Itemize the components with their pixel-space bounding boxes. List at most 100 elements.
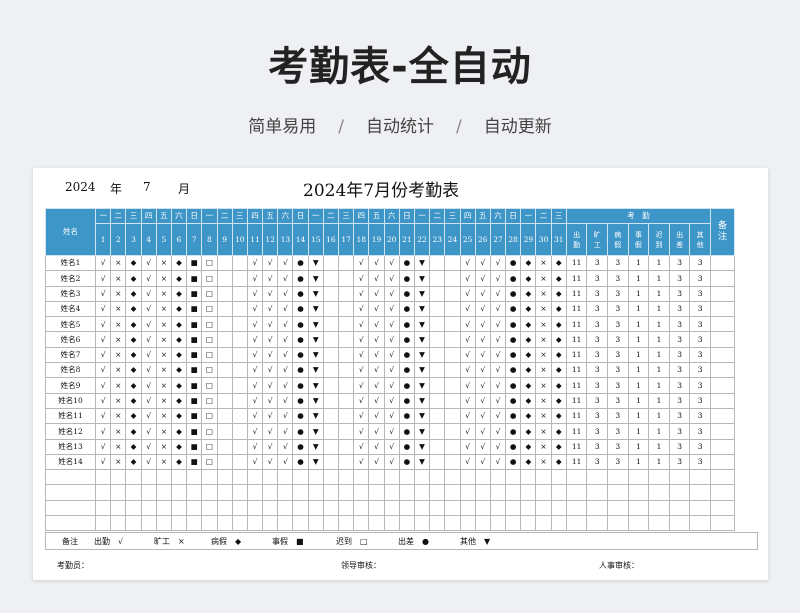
day-mark-cell[interactable]: √: [94, 270, 112, 287]
day-mark-cell[interactable]: [444, 316, 461, 333]
empty-cell[interactable]: [337, 469, 355, 486]
empty-cell[interactable]: [668, 469, 691, 486]
day-mark-cell[interactable]: ×: [155, 316, 172, 333]
empty-cell[interactable]: [246, 515, 264, 532]
empty-cell[interactable]: [337, 484, 355, 501]
day-mark-cell[interactable]: □: [201, 377, 218, 394]
day-mark-cell[interactable]: √: [474, 438, 491, 455]
day-mark-cell[interactable]: ×: [535, 407, 552, 425]
day-mark-cell[interactable]: ▼: [307, 254, 324, 272]
empty-cell[interactable]: [489, 469, 507, 486]
day-mark-cell[interactable]: ●: [398, 254, 415, 272]
empty-cell[interactable]: [607, 484, 629, 501]
day-mark-cell[interactable]: √: [246, 423, 264, 440]
day-mark-cell[interactable]: √: [383, 254, 400, 272]
day-mark-cell[interactable]: [337, 285, 355, 302]
day-mark-cell[interactable]: [444, 362, 461, 379]
day-mark-cell[interactable]: √: [353, 316, 370, 333]
remark-cell[interactable]: [709, 423, 735, 440]
employee-name[interactable]: 姓名7: [45, 346, 96, 364]
employee-name[interactable]: 姓名13: [45, 438, 96, 455]
empty-cell[interactable]: [94, 499, 112, 517]
empty-cell[interactable]: [520, 469, 537, 486]
empty-cell[interactable]: [535, 469, 552, 486]
empty-cell[interactable]: [125, 515, 142, 532]
day-mark-cell[interactable]: √: [262, 331, 279, 348]
day-mark-cell[interactable]: √: [277, 362, 294, 379]
empty-cell[interactable]: [322, 484, 340, 501]
day-mark-cell[interactable]: √: [140, 362, 157, 379]
empty-cell[interactable]: [550, 484, 567, 501]
day-mark-cell[interactable]: √: [94, 300, 112, 318]
day-mark-cell[interactable]: ◆: [550, 392, 567, 409]
day-mark-cell[interactable]: √: [474, 392, 491, 409]
day-mark-cell[interactable]: √: [383, 362, 400, 379]
day-mark-cell[interactable]: ×: [110, 316, 127, 333]
day-mark-cell[interactable]: ×: [110, 392, 127, 409]
empty-cell[interactable]: [413, 469, 431, 486]
empty-cell[interactable]: [353, 484, 370, 501]
day-mark-cell[interactable]: ◆: [125, 254, 142, 272]
day-mark-cell[interactable]: □: [201, 346, 218, 364]
day-mark-cell[interactable]: ×: [155, 377, 172, 394]
day-mark-cell[interactable]: ●: [505, 407, 522, 425]
day-mark-cell[interactable]: [216, 316, 233, 333]
empty-cell[interactable]: [292, 499, 309, 517]
day-mark-cell[interactable]: ×: [110, 438, 127, 455]
empty-cell[interactable]: [246, 484, 264, 501]
day-mark-cell[interactable]: √: [353, 362, 370, 379]
empty-cell[interactable]: [353, 469, 370, 486]
empty-cell[interactable]: [201, 515, 218, 532]
day-mark-cell[interactable]: ◆: [125, 300, 142, 318]
empty-cell[interactable]: [709, 469, 735, 486]
day-mark-cell[interactable]: ▼: [307, 423, 324, 440]
day-mark-cell[interactable]: ×: [535, 331, 552, 348]
empty-cell[interactable]: [155, 484, 172, 501]
empty-cell[interactable]: [550, 515, 567, 532]
day-mark-cell[interactable]: ●: [292, 453, 309, 471]
day-mark-cell[interactable]: [322, 438, 340, 455]
remark-cell[interactable]: [709, 270, 735, 287]
day-mark-cell[interactable]: √: [140, 392, 157, 409]
day-mark-cell[interactable]: ●: [505, 392, 522, 409]
day-mark-cell[interactable]: ●: [292, 270, 309, 287]
month-value[interactable]: 7: [143, 180, 151, 194]
empty-cell[interactable]: [170, 515, 188, 532]
empty-cell[interactable]: [246, 499, 264, 517]
day-mark-cell[interactable]: ▼: [413, 362, 431, 379]
day-mark-cell[interactable]: ×: [535, 346, 552, 364]
day-mark-cell[interactable]: ▼: [307, 270, 324, 287]
day-mark-cell[interactable]: √: [277, 300, 294, 318]
empty-cell[interactable]: [246, 469, 264, 486]
day-mark-cell[interactable]: ×: [155, 423, 172, 440]
day-mark-cell[interactable]: √: [489, 377, 507, 394]
day-mark-cell[interactable]: √: [262, 300, 279, 318]
day-mark-cell[interactable]: ▼: [307, 407, 324, 425]
day-mark-cell[interactable]: ●: [292, 377, 309, 394]
day-mark-cell[interactable]: [337, 346, 355, 364]
day-mark-cell[interactable]: ◆: [520, 316, 537, 333]
empty-cell[interactable]: [170, 484, 188, 501]
employee-name[interactable]: 姓名11: [45, 407, 96, 425]
empty-cell[interactable]: [474, 469, 491, 486]
empty-cell[interactable]: [689, 469, 711, 486]
day-mark-cell[interactable]: [322, 285, 340, 302]
day-mark-cell[interactable]: ×: [535, 392, 552, 409]
day-mark-cell[interactable]: √: [474, 377, 491, 394]
day-mark-cell[interactable]: ◆: [520, 285, 537, 302]
remark-cell[interactable]: [709, 316, 735, 333]
day-mark-cell[interactable]: ■: [186, 407, 203, 425]
day-mark-cell[interactable]: √: [140, 423, 157, 440]
day-mark-cell[interactable]: [216, 407, 233, 425]
day-mark-cell[interactable]: ×: [110, 362, 127, 379]
empty-cell[interactable]: [231, 499, 248, 517]
day-mark-cell[interactable]: √: [489, 453, 507, 471]
day-mark-cell[interactable]: √: [368, 316, 385, 333]
day-mark-cell[interactable]: √: [383, 300, 400, 318]
empty-cell[interactable]: [216, 469, 233, 486]
day-mark-cell[interactable]: ×: [155, 392, 172, 409]
day-mark-cell[interactable]: √: [368, 392, 385, 409]
day-mark-cell[interactable]: ▼: [413, 300, 431, 318]
day-mark-cell[interactable]: [444, 407, 461, 425]
day-mark-cell[interactable]: √: [262, 377, 279, 394]
